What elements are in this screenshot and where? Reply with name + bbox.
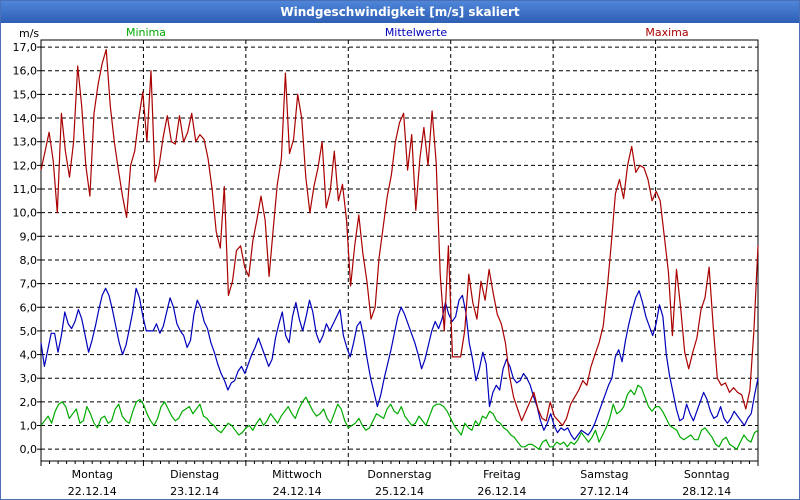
series-line-maxima — [40, 48, 759, 427]
y-tick-label: 15,0 — [13, 88, 38, 101]
y-axis: 0,0 1,0 2,0 3,0 4,0 5,0 6,0 7,0 8,0 9,0 10,0 11,0 12… — [13, 27, 41, 456]
x-day-label: Mittwoch — [272, 468, 322, 481]
x-day-label: Dienstag — [170, 468, 219, 481]
x-day-label: Montag — [72, 468, 113, 481]
legend-maxima: Maxima — [645, 26, 688, 39]
y-tick-label: 4,0 — [20, 349, 38, 362]
x-date-label: 22.12.14 — [68, 485, 117, 498]
x-date-label: 23.12.14 — [170, 485, 219, 498]
legend-mittelwerte: Mittelwerte — [385, 26, 448, 39]
x-date-label: 28.12.14 — [682, 485, 731, 498]
y-tick-label: 9,0 — [20, 230, 38, 243]
legend-minima: Minima — [126, 26, 166, 39]
y-tick-label: 2,0 — [20, 396, 38, 409]
y-tick-label: 14,0 — [13, 112, 38, 125]
y-tick-label: 17,0 — [13, 41, 38, 54]
x-date-label: 26.12.14 — [477, 485, 526, 498]
y-tick-label: 0,0 — [20, 443, 38, 456]
window-title: Windgeschwindigkeit [m/s] skaliert — [1, 1, 799, 23]
x-day-label: Donnerstag — [367, 468, 431, 481]
series-lines — [40, 48, 759, 450]
series-line-minima — [40, 384, 759, 450]
chart-legend: Minima Mittelwerte Maxima — [126, 26, 689, 39]
y-tick-label: 5,0 — [20, 325, 38, 338]
x-date-label: 27.12.14 — [580, 485, 629, 498]
y-tick-label: 6,0 — [20, 301, 38, 314]
x-day-label: Freitag — [483, 468, 521, 481]
chart-window: Windgeschwindigkeit [m/s] skaliert 0,0 1,… — [0, 0, 800, 500]
x-date-label: 25.12.14 — [375, 485, 424, 498]
x-axis: Montag 22.12.14 Dienstag 23.12.14 Mittwoch 24… — [40, 461, 759, 498]
y-axis-unit: m/s — [19, 27, 39, 40]
wind-speed-chart: 0,0 1,0 2,0 3,0 4,0 5,0 6,0 7,0 8,0 9,0 10,0 11,0 12… — [13, 26, 759, 498]
y-tick-label: 12,0 — [13, 159, 38, 172]
y-tick-label: 7,0 — [20, 278, 38, 291]
x-day-label: Sonntag — [684, 468, 730, 481]
y-tick-label: 13,0 — [13, 136, 38, 149]
x-date-label: 24.12.14 — [273, 485, 322, 498]
y-tick-label: 3,0 — [20, 372, 38, 385]
y-tick-label: 1,0 — [20, 420, 38, 433]
y-tick-label: 10,0 — [13, 207, 38, 220]
y-tick-label: 11,0 — [13, 183, 38, 196]
y-tick-label: 8,0 — [20, 254, 38, 267]
x-day-label: Samstag — [580, 468, 628, 481]
y-tick-label: 16,0 — [13, 65, 38, 78]
